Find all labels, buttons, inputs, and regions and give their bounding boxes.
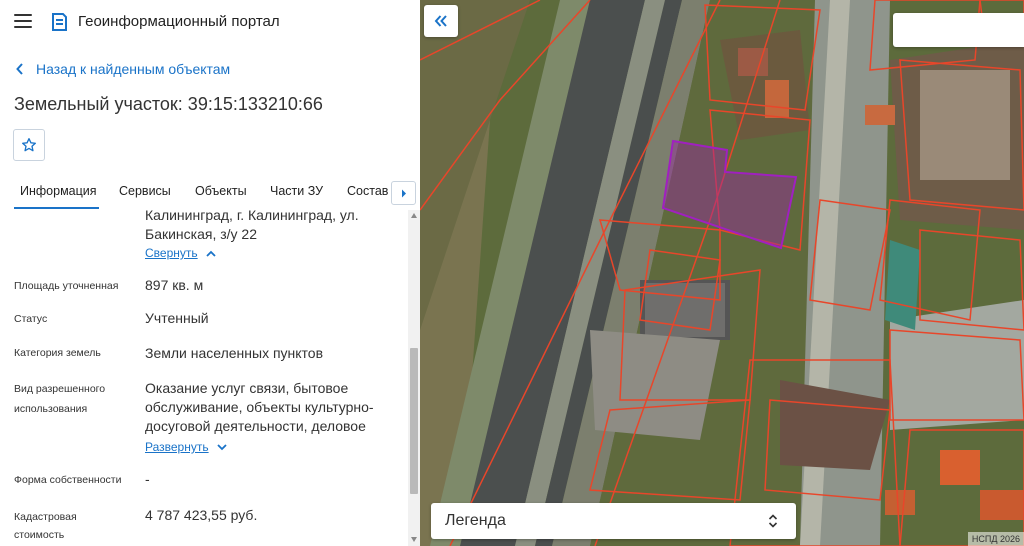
category-label: Категория земель	[14, 347, 101, 359]
cost-value: 4 787 423,55 руб.	[145, 507, 258, 523]
status-value: Учтенный	[145, 310, 209, 326]
tab-objects[interactable]: Объекты	[195, 184, 247, 198]
collapse-panel-button[interactable]	[424, 5, 458, 37]
back-link-label: Назад к найденным объектам	[36, 61, 231, 77]
ownership-label: Форма собственности	[14, 474, 122, 486]
portal-logo-icon	[52, 13, 67, 31]
usage-value-line2: обслуживание, объекты культурно-	[145, 399, 374, 415]
double-chevron-left-icon	[434, 15, 447, 27]
map-search-input[interactable]	[893, 13, 1024, 47]
tabs-scroll-right-button[interactable]	[391, 181, 416, 205]
legend-panel[interactable]: Легенда	[431, 503, 796, 539]
tab-composition[interactable]: Состав	[347, 184, 388, 198]
collapse-address-link[interactable]: Свернуть	[145, 246, 216, 260]
satellite-map[interactable]	[420, 0, 1024, 546]
map-attribution: НСПД 2026	[967, 532, 1024, 546]
back-to-results-link[interactable]: Назад к найденным объектам	[16, 61, 230, 77]
area-label: Площадь уточненная	[14, 280, 119, 292]
cost-label-line1: Кадастровая	[14, 511, 77, 523]
map-view[interactable]: НСПД 2026	[420, 0, 1024, 546]
chevron-left-icon	[16, 63, 23, 75]
expand-label: Развернуть	[145, 440, 209, 454]
info-panel: Геоинформационный портал Назад к найденн…	[0, 0, 420, 546]
app-title: Геоинформационный портал	[78, 13, 280, 30]
status-label: Статус	[14, 313, 48, 325]
hamburger-menu-icon[interactable]	[14, 14, 32, 28]
scroll-up-arrow-icon[interactable]	[411, 213, 417, 218]
scrollbar-thumb[interactable]	[410, 348, 418, 494]
legend-label: Легенда	[445, 512, 506, 529]
info-content: Калининград, г. Калининград, ул. Бакинск…	[0, 210, 408, 546]
usage-value-line1: Оказание услуг связи, бытовое	[145, 380, 349, 396]
usage-label-line1: Вид разрешенного	[14, 383, 106, 395]
tab-bar: Информация Сервисы Объекты Части ЗУ Сост…	[0, 176, 420, 210]
chevron-up-icon	[206, 250, 216, 257]
active-tab-indicator	[14, 207, 99, 209]
category-value: Земли населенных пунктов	[145, 345, 324, 361]
expand-collapse-icon	[768, 514, 778, 528]
star-outline-icon	[22, 138, 36, 152]
chevron-down-icon	[216, 443, 227, 450]
collapse-label: Свернуть	[145, 246, 198, 260]
expand-usage-link[interactable]: Развернуть	[145, 440, 227, 454]
tab-information[interactable]: Информация	[20, 184, 97, 198]
cost-label-line2: стоимость	[14, 529, 65, 541]
usage-value-line3: досуговой деятельности, деловое	[145, 418, 366, 434]
page-title: Земельный участок: 39:15:133210:66	[14, 94, 323, 114]
tab-parts[interactable]: Части ЗУ	[270, 184, 323, 198]
address-value-line2: Бакинская, з/у 22	[145, 226, 257, 242]
scroll-down-arrow-icon[interactable]	[411, 537, 417, 542]
tab-services[interactable]: Сервисы	[119, 184, 171, 198]
chevron-right-icon	[401, 189, 406, 197]
favorite-button[interactable]	[13, 129, 45, 161]
area-value: 897 кв. м	[145, 277, 204, 293]
address-value-line1: Калининград, г. Калининград, ул.	[145, 210, 359, 223]
ownership-value: -	[145, 471, 150, 487]
top-bar: Геоинформационный портал	[0, 0, 420, 44]
usage-label-line2: использования	[14, 403, 88, 415]
